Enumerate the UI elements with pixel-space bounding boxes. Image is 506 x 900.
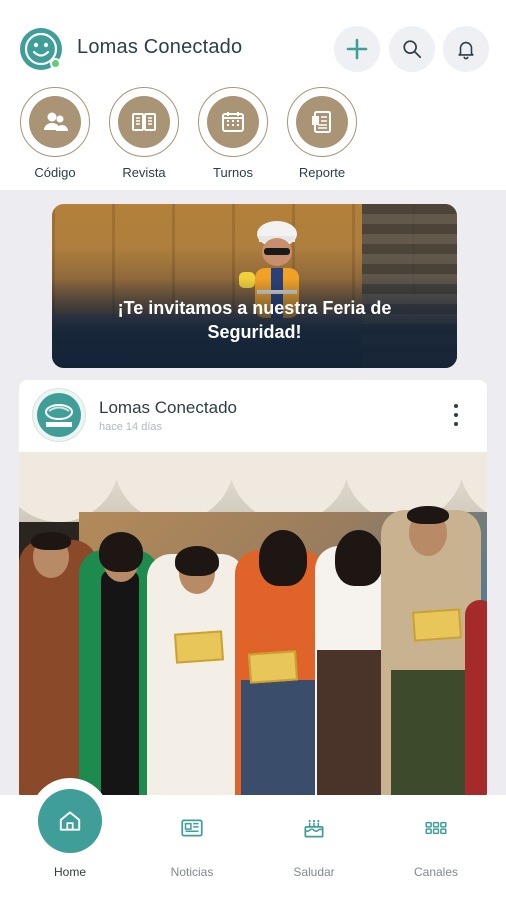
post-timestamp: hace 14 días bbox=[99, 421, 162, 433]
shortcut-ring bbox=[287, 87, 357, 157]
post-more-options-icon[interactable] bbox=[445, 402, 467, 428]
post-author-name[interactable]: Lomas Conectado bbox=[99, 398, 237, 418]
shortcut-ring bbox=[198, 87, 268, 157]
nav-label-saludar: Saludar bbox=[293, 865, 335, 879]
post-card[interactable]: Lomas Conectado hace 14 días bbox=[19, 380, 487, 800]
shortcut-label: Turnos bbox=[213, 165, 253, 180]
calendar-icon bbox=[222, 112, 244, 132]
post-author-avatar[interactable] bbox=[32, 388, 86, 442]
promo-banner[interactable]: ¡Te invitamos a nuestra Feria de Segurid… bbox=[52, 204, 457, 368]
nav-item-home[interactable]: Home bbox=[25, 815, 115, 879]
shortcut-label: Código bbox=[34, 165, 76, 180]
newspaper-icon bbox=[181, 819, 203, 837]
notifications-button[interactable] bbox=[443, 26, 489, 72]
plus-icon bbox=[346, 38, 368, 60]
book-icon bbox=[132, 113, 156, 131]
shortcut-label: Revista bbox=[122, 165, 166, 180]
shortcut-reporte[interactable]: Reporte bbox=[286, 87, 358, 180]
cake-icon bbox=[304, 819, 324, 838]
shortcut-revista[interactable]: Revista bbox=[108, 87, 180, 180]
shortcut-ring bbox=[20, 87, 90, 157]
nav-item-canales[interactable]: Canales bbox=[391, 815, 481, 879]
shortcut-ring bbox=[109, 87, 179, 157]
shortcut-turnos[interactable]: Turnos bbox=[197, 87, 269, 180]
post-image[interactable] bbox=[19, 452, 487, 800]
nav-label-noticias: Noticias bbox=[170, 865, 214, 879]
shortcut-label: Reporte bbox=[298, 165, 346, 180]
banner-text: ¡Te invitamos a nuestra Feria de Segurid… bbox=[117, 298, 392, 342]
app-title: Lomas Conectado bbox=[77, 36, 243, 58]
search-button[interactable] bbox=[389, 26, 435, 72]
shortcut-codigo[interactable]: Código bbox=[19, 87, 91, 180]
bell-icon bbox=[458, 41, 474, 60]
users-icon bbox=[44, 112, 68, 131]
nav-item-noticias[interactable]: Noticias bbox=[147, 815, 237, 879]
online-status-dot bbox=[50, 58, 61, 69]
nav-label-canales: Canales bbox=[413, 865, 459, 879]
app-header: Lomas Conectado Código Revista Turnos Re… bbox=[0, 0, 506, 190]
report-icon bbox=[312, 111, 331, 133]
search-icon bbox=[403, 40, 422, 59]
nav-item-saludar[interactable]: Saludar bbox=[269, 815, 359, 879]
company-logo-icon bbox=[37, 393, 81, 437]
grid-icon bbox=[425, 821, 447, 835]
nav-label-home: Home bbox=[53, 865, 86, 879]
add-button[interactable] bbox=[334, 26, 380, 72]
